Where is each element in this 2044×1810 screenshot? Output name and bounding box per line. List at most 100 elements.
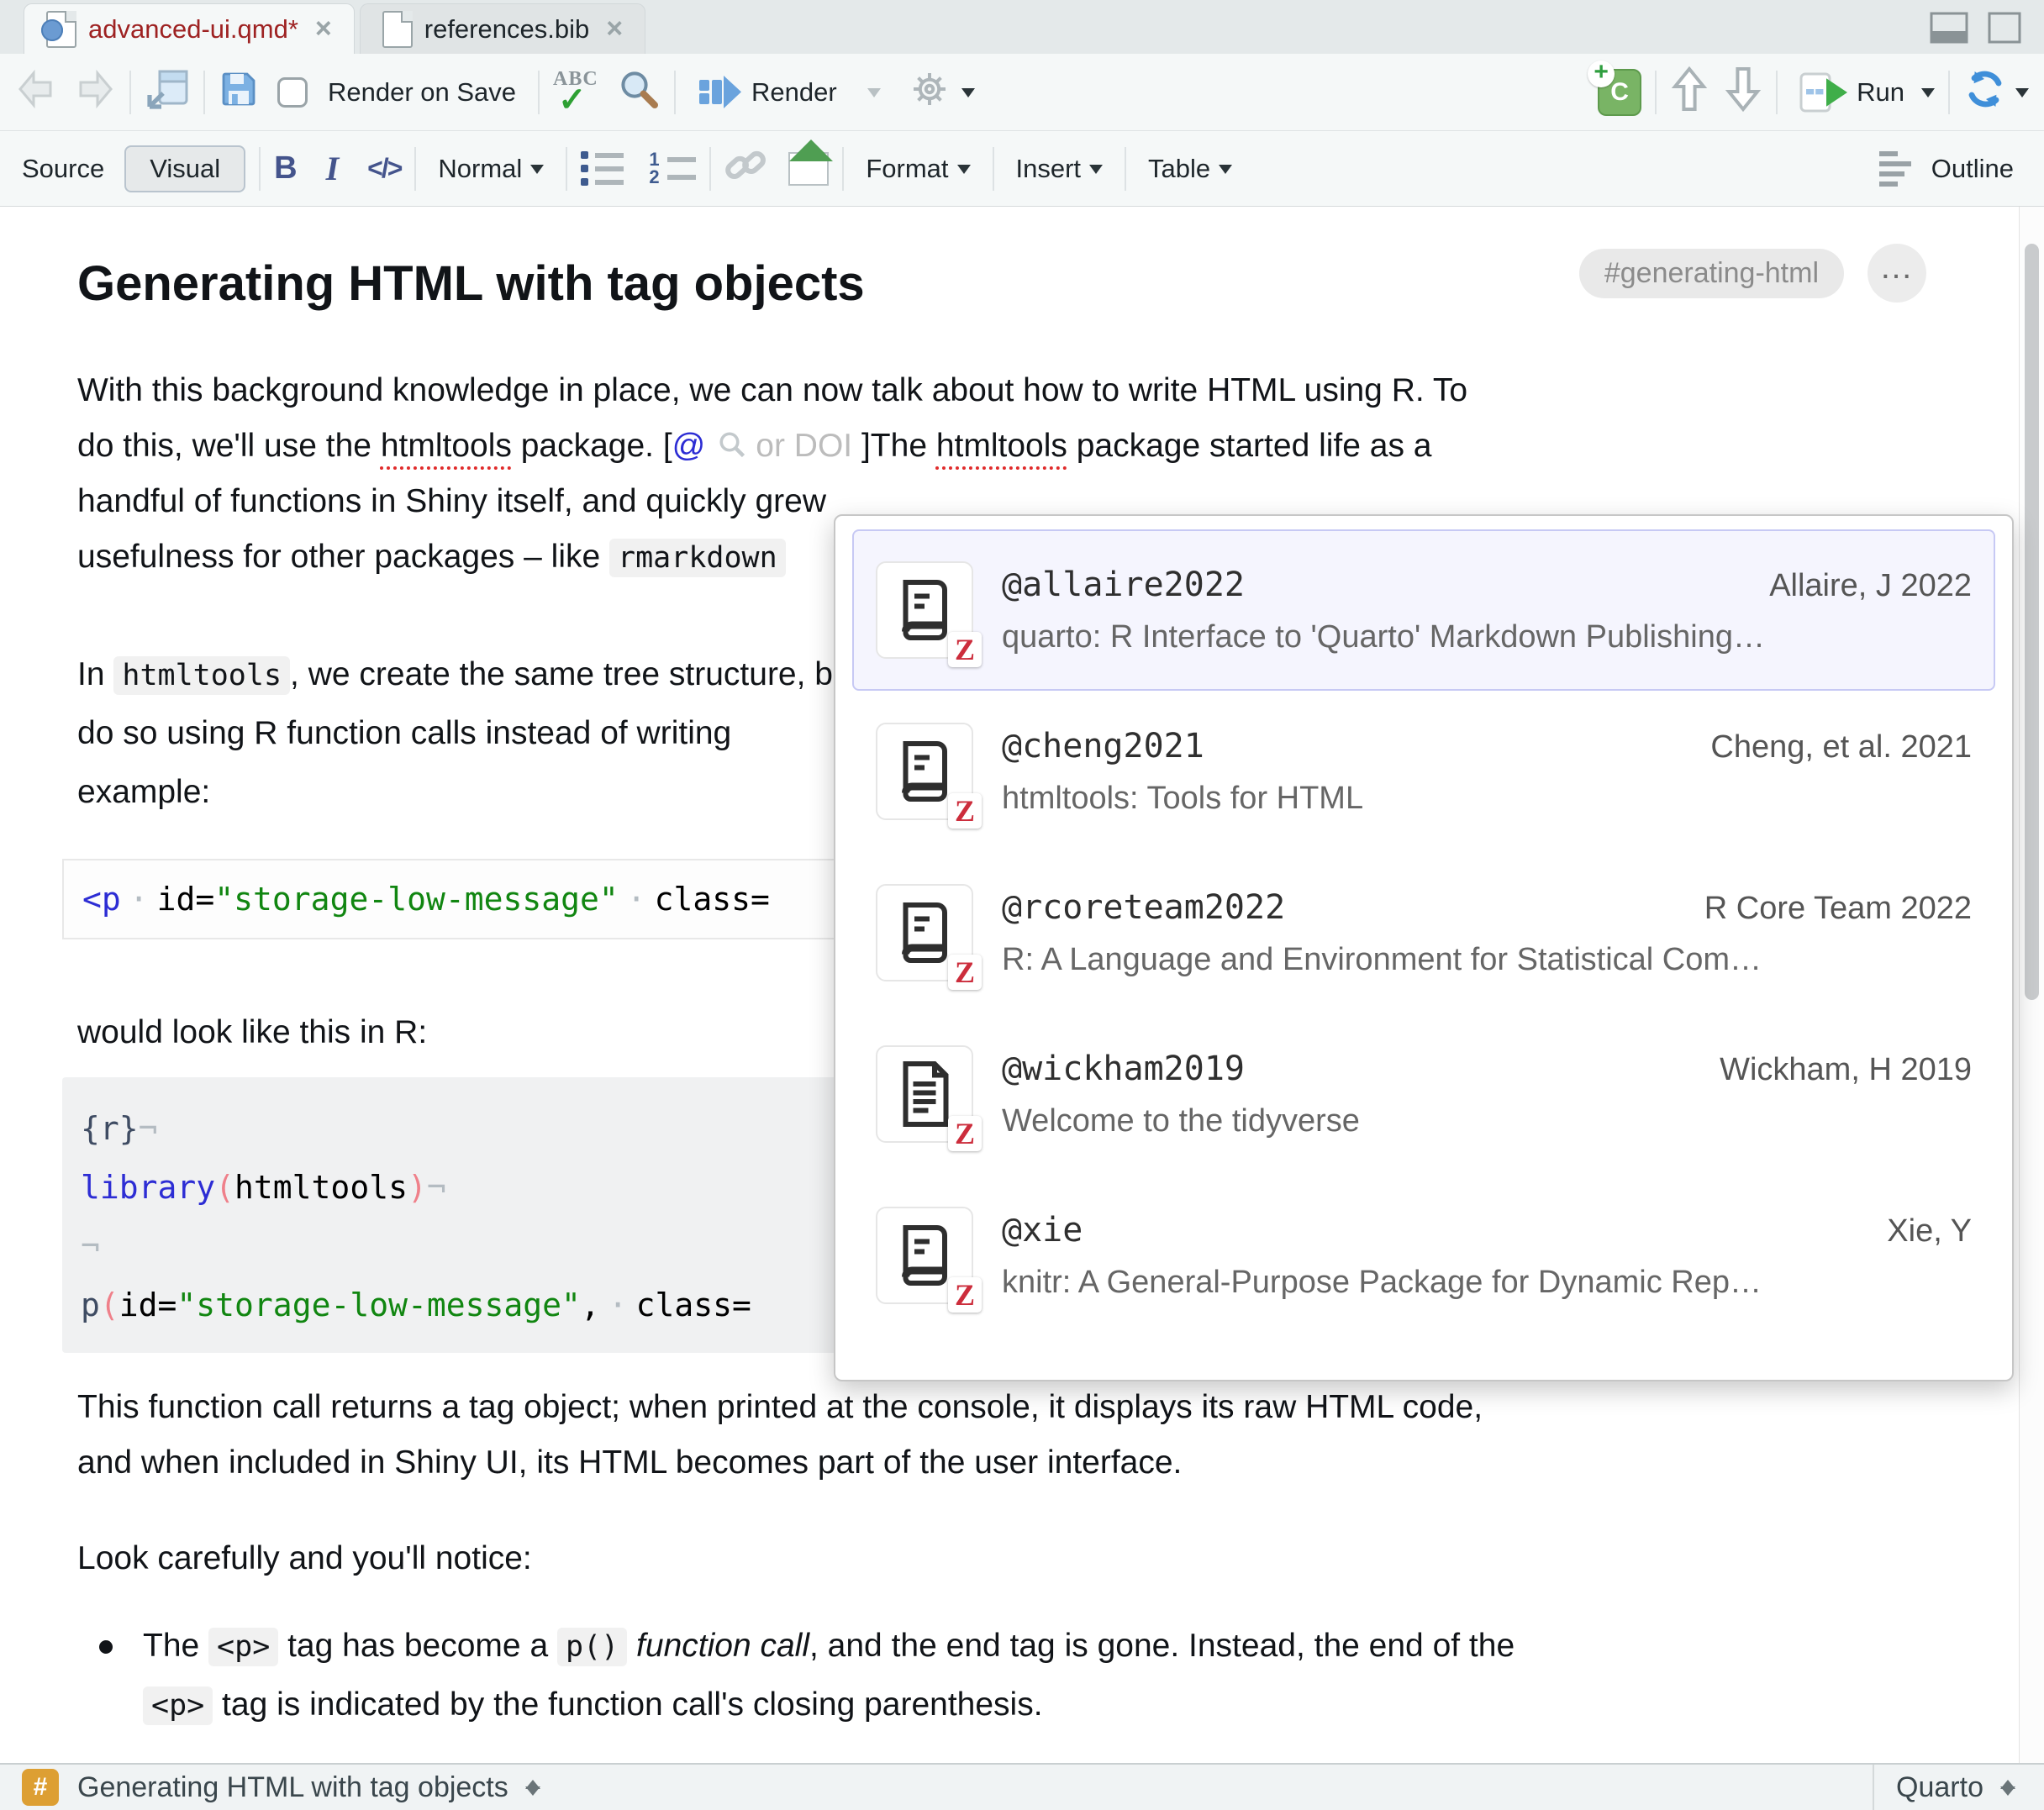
heading-hash-icon: #: [22, 1769, 59, 1806]
insert-chunk-button[interactable]: + C: [1598, 69, 1641, 116]
rerun-source-icon[interactable]: [1963, 69, 2007, 116]
bold-button[interactable]: B: [274, 150, 297, 187]
paragraph-line: In htmltools, we create the same tree st…: [77, 647, 861, 703]
vertical-scrollbar[interactable]: [2019, 207, 2044, 1763]
table-menu[interactable]: Table: [1140, 149, 1241, 189]
go-to-previous-section-icon[interactable]: [1670, 66, 1709, 119]
book-icon: [894, 575, 955, 645]
book-icon: [894, 897, 955, 968]
citation-key: @rcoreteam2022: [1002, 888, 1285, 927]
citation-key: @allaire2022: [1002, 566, 1245, 604]
document-mode-selector[interactable]: Quarto: [1873, 1765, 2037, 1810]
citation-item[interactable]: Z @cheng2021Cheng, et al. 2021 htmltools…: [852, 691, 1995, 852]
chevron-down-icon: [1219, 165, 1232, 181]
heading-options-button[interactable]: …: [1868, 244, 1926, 303]
bullet-icon: [99, 1640, 113, 1654]
inline-code: rmarkdown: [609, 539, 786, 577]
citation-key: @xie: [1002, 1211, 1083, 1250]
citation-key: @wickham2019: [1002, 1050, 1245, 1088]
search-icon: [717, 422, 747, 477]
misspelled-word: htmltools: [936, 428, 1067, 464]
book-icon: [894, 1220, 955, 1291]
citation-item[interactable]: Z @wickham2019Wickham, H 2019 Welcome to…: [852, 1013, 1995, 1175]
list-item-line: The <p> tag has become a p() function ca…: [143, 1618, 1515, 1675]
italic-button[interactable]: I: [326, 149, 340, 188]
chevron-down-icon: [1089, 165, 1103, 181]
document-editor-surface[interactable]: Generating HTML with tag objects #genera…: [0, 207, 2044, 1763]
misspelled-word: htmltools: [381, 428, 512, 464]
outline-toggle[interactable]: Outline: [1871, 146, 2022, 192]
outline-navigate-icon[interactable]: [525, 1772, 540, 1803]
mode-selector-icon: [2000, 1772, 2015, 1803]
checkbox-icon[interactable]: [277, 77, 308, 108]
forward-icon[interactable]: [69, 68, 116, 117]
minimize-pane-icon[interactable]: [1930, 12, 1968, 44]
paragraph-style-dropdown[interactable]: Normal: [429, 149, 552, 189]
paragraph-line: Look carefully and you'll notice:: [77, 1531, 532, 1586]
citation-source: Cheng, et al. 2021: [1710, 729, 1972, 766]
citation-key: @cheng2021: [1002, 727, 1204, 766]
book-icon: [894, 736, 955, 807]
render-on-save-checkbox[interactable]: Render on Save: [269, 72, 524, 113]
settings-gear-icon[interactable]: [909, 69, 950, 116]
article-icon: [894, 1059, 955, 1129]
inline-code: htmltools: [113, 656, 290, 695]
reference-icon-frame: Z: [876, 561, 973, 659]
citation-source: R Core Team 2022: [1704, 891, 1972, 927]
outline-icon: [1879, 151, 1911, 187]
inline-code-button[interactable]: </>: [367, 153, 401, 184]
render-options-caret-icon[interactable]: [867, 88, 881, 104]
spellcheck-icon[interactable]: ABC ✓: [553, 68, 612, 117]
paragraph-line: and when included in Shiny UI, its HTML …: [77, 1435, 1182, 1491]
run-options-caret-icon[interactable]: [1921, 88, 1935, 104]
tab-references-bib[interactable]: references.bib ×: [360, 3, 645, 54]
close-tab-icon[interactable]: ×: [315, 13, 332, 45]
insert-menu[interactable]: Insert: [1008, 149, 1112, 189]
paragraph-line: handful of functions in Shiny itself, an…: [77, 474, 826, 529]
render-on-save-label: Render on Save: [328, 77, 516, 108]
close-tab-icon[interactable]: ×: [606, 13, 623, 45]
tab-strip: advanced-ui.qmd* × references.bib ×: [0, 0, 2044, 54]
citation-input[interactable]: @or DOI: [672, 428, 861, 464]
visual-mode-toggle[interactable]: Visual: [124, 145, 245, 192]
citation-item[interactable]: Z @allaire2022Allaire, J 2022 quarto: R …: [852, 529, 1995, 691]
settings-caret-icon[interactable]: [961, 88, 975, 104]
citation-item[interactable]: Z @rcoreteam2022R Core Team 2022 R: A La…: [852, 852, 1995, 1013]
bullet-list-button[interactable]: [581, 151, 624, 186]
paragraph-line: do this, we'll use the htmltools package…: [77, 418, 1432, 477]
tab-advanced-ui-qmd[interactable]: advanced-ui.qmd* ×: [24, 3, 355, 54]
scrollbar-thumb[interactable]: [2025, 244, 2039, 1000]
chevron-down-icon: [530, 165, 544, 181]
inline-code: <p>: [208, 1628, 278, 1666]
qmd-file-icon: [46, 11, 76, 48]
code-line: <p·id="storage-low-message"·class=: [82, 870, 770, 929]
citation-item[interactable]: Z @xieXie, Y knitr: A General-Purpose Pa…: [852, 1175, 1995, 1336]
image-button[interactable]: [788, 152, 829, 186]
heading-anchor-row: #generating-html …: [1579, 244, 1926, 303]
save-icon[interactable]: [219, 69, 259, 116]
rerun-options-caret-icon[interactable]: [2015, 88, 2029, 104]
outline-breadcrumb[interactable]: Generating HTML with tag objects: [77, 1771, 508, 1804]
paragraph-line: do so using R function calls instead of …: [77, 706, 731, 761]
citation-title: htmltools: Tools for HTML: [1002, 781, 1972, 817]
format-toolbar: Source Visual B I </> Normal 1 2 Format: [0, 131, 2044, 207]
inline-code: <p>: [143, 1686, 213, 1725]
source-mode-toggle[interactable]: Source: [22, 154, 104, 184]
run-button[interactable]: Run: [1791, 67, 1913, 118]
format-menu[interactable]: Format: [857, 149, 978, 189]
maximize-pane-icon[interactable]: [1987, 12, 2022, 44]
link-button[interactable]: [724, 145, 766, 193]
paragraph-line: With this background knowledge in place,…: [77, 363, 1467, 418]
zotero-badge-icon: Z: [948, 1277, 982, 1313]
back-icon[interactable]: [15, 68, 62, 117]
render-button[interactable]: Render: [689, 68, 846, 117]
go-to-next-section-icon[interactable]: [1724, 66, 1762, 119]
run-icon: [1799, 72, 1848, 113]
citation-title: knitr: A General-Purpose Package for Dyn…: [1002, 1265, 1972, 1301]
numbered-list-button[interactable]: 1 2: [649, 154, 696, 183]
citation-title: quarto: R Interface to 'Quarto' Markdown…: [1002, 619, 1972, 655]
rstudio-editor-window: advanced-ui.qmd* × references.bib × Rend…: [0, 0, 2044, 1810]
find-replace-icon[interactable]: [617, 67, 661, 118]
open-in-new-window-icon[interactable]: [145, 68, 190, 117]
editor-toolbar: Render on Save ABC ✓ Render + C Run: [0, 54, 2044, 131]
